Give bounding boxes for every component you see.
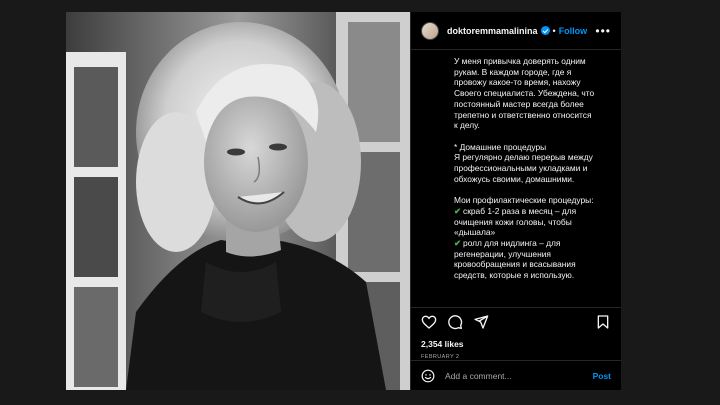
verified-badge-icon (540, 26, 550, 35)
check-mark-icon: ✔ (454, 237, 462, 248)
caption-line: средств, которые я использую. (454, 270, 611, 281)
likes-count[interactable]: 2,354 likes (411, 335, 621, 349)
caption-line: ✔ ролл для нидлинга – для (454, 238, 611, 249)
caption-line-text: ролл для нидлинга – для (463, 237, 561, 248)
post-date: FEBRUARY 2 (421, 354, 460, 360)
caption-line-text: кровообращения и всасывания (454, 259, 576, 270)
caption-line-text: к делу. (454, 120, 480, 131)
post-photo[interactable] (66, 12, 410, 390)
caption-line: У меня привычка доверять одним (454, 56, 611, 67)
caption-line-text: очищения кожи головы, чтобы (454, 216, 572, 227)
check-mark-icon: ✔ (454, 205, 462, 216)
caption-line: «дышала» (454, 227, 611, 238)
caption-blank-line (454, 131, 611, 142)
caption-line: обхожусь своими, домашними. (454, 174, 611, 185)
username-link[interactable]: doktoremmamalinina (447, 26, 538, 36)
caption-line: постоянный мастер всегда более (454, 99, 611, 110)
caption-line: Своего специалиста. Убеждена, что (454, 88, 611, 99)
caption-line-text: Мои профилактические процедуры: (454, 195, 594, 206)
caption-line-text: Своего специалиста. Убеждена, что (454, 88, 595, 99)
caption-line: регенерации, улучшения (454, 249, 611, 260)
caption-line: рукам. В каждом городе, где я (454, 67, 611, 78)
comment-icon[interactable] (447, 314, 463, 330)
instagram-post-modal: doktoremmamalinina • Follow ••• У меня п… (66, 12, 621, 390)
heart-icon[interactable] (421, 314, 437, 330)
comment-input[interactable] (443, 369, 593, 382)
follow-button[interactable]: Follow (559, 26, 588, 36)
separator-dot: • (552, 25, 556, 36)
caption-line-text: средств, которые я использую. (454, 270, 575, 281)
caption-line-text: рукам. В каждом городе, где я (454, 66, 572, 77)
caption-line: профессиональными укладками и (454, 163, 611, 174)
caption-line-text: «дышала» (454, 227, 496, 238)
post-caption: У меня привычка доверять одним рукам. В к… (411, 50, 621, 307)
post-sidebar: doktoremmamalinina • Follow ••• У меня п… (410, 12, 621, 390)
caption-line-text: постоянный мастер всегда более (454, 98, 584, 109)
caption-line: к делу. (454, 120, 611, 131)
caption-line-text: регенерации, улучшения (454, 248, 551, 259)
caption-line: * Домашние процедуры (454, 142, 611, 153)
portrait-image (66, 12, 410, 390)
caption-line-text: У меня привычка доверять одним (454, 56, 586, 66)
caption-blank-line (454, 184, 611, 195)
caption-line-text: профессиональными укладками и (454, 163, 588, 174)
post-comment-button[interactable]: Post (593, 371, 611, 381)
post-actions (411, 307, 621, 335)
caption-line: ✔ скраб 1-2 раза в месяц – для (454, 206, 611, 217)
share-icon[interactable] (473, 314, 489, 330)
caption-line: Мои профилактические процедуры: (454, 195, 611, 206)
caption-line-text: * Домашние процедуры (454, 141, 547, 152)
bookmark-icon[interactable] (595, 314, 611, 330)
caption-line-text: Я регулярно делаю перерыв между (454, 152, 593, 163)
caption-line: очищения кожи головы, чтобы (454, 217, 611, 228)
emoji-icon[interactable] (421, 369, 435, 383)
post-header: doktoremmamalinina • Follow ••• (411, 12, 621, 50)
avatar[interactable] (421, 21, 439, 40)
caption-line-text: скраб 1-2 раза в месяц – для (463, 205, 577, 216)
caption-line-text: провожу какое-то время, нахожу (454, 77, 581, 88)
caption-line-text: трепетно и ответственно относится (454, 109, 592, 120)
comment-bar: Post (411, 360, 621, 390)
caption-line: Я регулярно делаю перерыв между (454, 152, 611, 163)
caption-line: трепетно и ответственно относится (454, 110, 611, 121)
caption-line: кровообращения и всасывания (454, 259, 611, 270)
caption-line: провожу какое-то время, нахожу (454, 77, 611, 88)
more-options-icon[interactable]: ••• (595, 24, 611, 38)
caption-line-text: обхожусь своими, домашними. (454, 173, 575, 184)
